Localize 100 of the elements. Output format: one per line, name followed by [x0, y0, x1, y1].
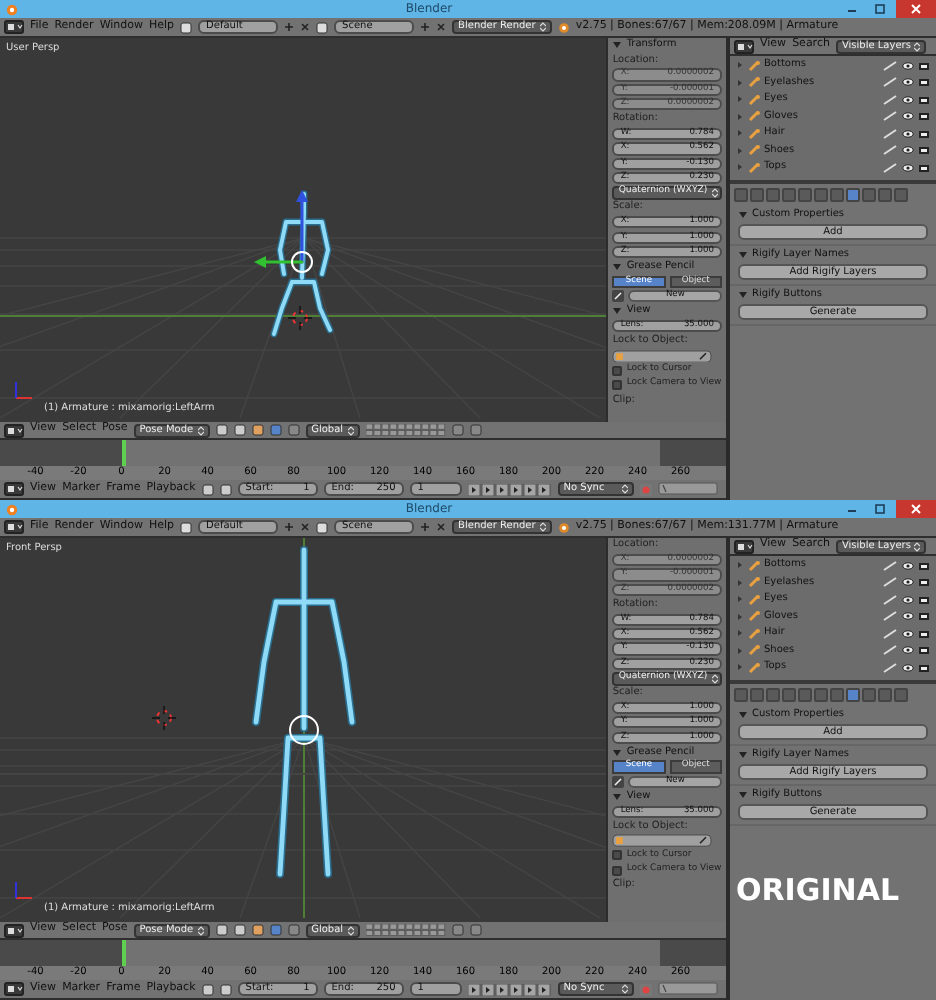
close-icon[interactable]	[436, 22, 447, 32]
pencil-icon[interactable]	[612, 775, 625, 788]
armature-icon	[748, 161, 760, 174]
layers-icon[interactable]	[365, 924, 446, 936]
eye-icon[interactable]	[902, 610, 914, 623]
disclosure-triangle-icon[interactable]	[738, 710, 748, 720]
close-icon[interactable]	[436, 522, 447, 532]
editor-type-button[interactable]	[4, 423, 24, 437]
eye-icon[interactable]	[902, 76, 914, 89]
caret-icon	[539, 522, 546, 532]
screen-layout-icon[interactable]	[180, 521, 193, 533]
clock-icon[interactable]	[219, 483, 232, 495]
disclosure-triangle-icon[interactable]	[612, 262, 623, 273]
add-icon[interactable]	[420, 522, 431, 532]
caret-icon	[539, 22, 546, 32]
armature-icon	[748, 661, 760, 674]
disclosure-triangle-icon[interactable]	[612, 791, 623, 802]
pencil-icon[interactable]	[612, 290, 625, 303]
editor-type-button[interactable]	[4, 982, 24, 996]
translate-icon[interactable]	[269, 924, 282, 936]
add-icon[interactable]	[284, 522, 295, 532]
manipulator-icon[interactable]	[251, 924, 264, 936]
annotation-text: ORIGINAL	[736, 876, 899, 906]
eye-icon[interactable]	[902, 93, 914, 106]
render-icon[interactable]	[469, 424, 482, 436]
properties-tab[interactable]	[846, 188, 860, 202]
checkbox[interactable]	[612, 850, 623, 861]
translate-icon[interactable]	[269, 424, 282, 436]
eye-icon[interactable]	[902, 559, 914, 572]
eye-icon[interactable]	[902, 161, 914, 174]
preview-range-icon[interactable]	[201, 483, 214, 495]
caret-icon	[347, 425, 354, 435]
armature-icon	[748, 76, 760, 89]
checkbox[interactable]	[612, 365, 623, 376]
close-icon[interactable]	[300, 22, 311, 32]
playback-controls[interactable]	[467, 983, 552, 995]
disclosure-triangle-icon[interactable]	[612, 747, 623, 758]
caret-icon	[711, 673, 718, 684]
preview-range-icon[interactable]	[201, 983, 214, 995]
playback-controls[interactable]	[467, 483, 552, 495]
shading-icon[interactable]	[215, 924, 228, 936]
render-icon[interactable]	[469, 924, 482, 936]
screen-layout-icon[interactable]	[180, 21, 193, 33]
eye-icon[interactable]	[902, 661, 914, 674]
rotate-icon[interactable]	[287, 424, 300, 436]
manipulator-icon[interactable]	[251, 424, 264, 436]
eye-icon[interactable]	[902, 59, 914, 72]
disclosure-triangle-icon[interactable]	[738, 210, 748, 220]
eye-icon[interactable]	[902, 627, 914, 640]
object-field[interactable]	[612, 834, 713, 848]
disclosure-triangle-icon[interactable]	[738, 290, 748, 300]
app-logo-icon	[4, 502, 18, 516]
disclosure-triangle-icon[interactable]	[612, 40, 623, 51]
editor-type-button[interactable]	[734, 39, 754, 53]
scene-icon[interactable]	[316, 21, 329, 33]
armature-icon	[748, 127, 760, 140]
close-button[interactable]	[896, 500, 936, 518]
caret-icon	[197, 925, 204, 935]
lock-icon[interactable]	[451, 924, 464, 936]
eye-icon[interactable]	[902, 644, 914, 657]
disclosure-triangle-icon[interactable]	[738, 250, 748, 260]
rotate-icon[interactable]	[287, 924, 300, 936]
axis-gizmo-icon	[15, 881, 33, 899]
editor-type-button[interactable]	[4, 520, 24, 534]
eye-icon[interactable]	[902, 144, 914, 157]
eye-icon[interactable]	[902, 576, 914, 589]
checkbox[interactable]	[612, 865, 623, 876]
armature-icon	[748, 559, 760, 572]
editor-type-button[interactable]	[734, 539, 754, 553]
disclosure-triangle-icon[interactable]	[738, 790, 748, 800]
keying-set-field[interactable]	[657, 482, 718, 496]
add-icon[interactable]	[284, 22, 295, 32]
armature-icon	[748, 576, 760, 589]
eye-icon[interactable]	[902, 127, 914, 140]
armature-icon	[748, 110, 760, 123]
disclosure-triangle-icon[interactable]	[612, 306, 623, 317]
properties-tab[interactable]	[846, 688, 860, 702]
eye-icon[interactable]	[902, 593, 914, 606]
layers-icon[interactable]	[365, 424, 446, 436]
close-icon[interactable]	[300, 522, 311, 532]
timeline-track[interactable]	[0, 940, 726, 966]
axis-gizmo-icon	[15, 381, 33, 399]
pivot-icon[interactable]	[233, 424, 246, 436]
eye-icon[interactable]	[902, 110, 914, 123]
disclosure-triangle-icon[interactable]	[738, 750, 748, 760]
timeline-track[interactable]	[0, 440, 726, 466]
3d-cursor-icon	[287, 305, 313, 331]
close-button[interactable]	[896, 0, 936, 18]
scene-icon[interactable]	[316, 521, 329, 533]
add-icon[interactable]	[420, 22, 431, 32]
lock-icon[interactable]	[451, 424, 464, 436]
checkbox[interactable]	[612, 380, 623, 391]
clock-icon[interactable]	[219, 983, 232, 995]
keying-set-field[interactable]	[657, 982, 718, 996]
editor-type-button[interactable]	[4, 923, 24, 937]
shading-icon[interactable]	[215, 424, 228, 436]
editor-type-button[interactable]	[4, 20, 24, 34]
pivot-icon[interactable]	[233, 924, 246, 936]
object-field[interactable]	[612, 349, 713, 363]
editor-type-button[interactable]	[4, 482, 24, 496]
